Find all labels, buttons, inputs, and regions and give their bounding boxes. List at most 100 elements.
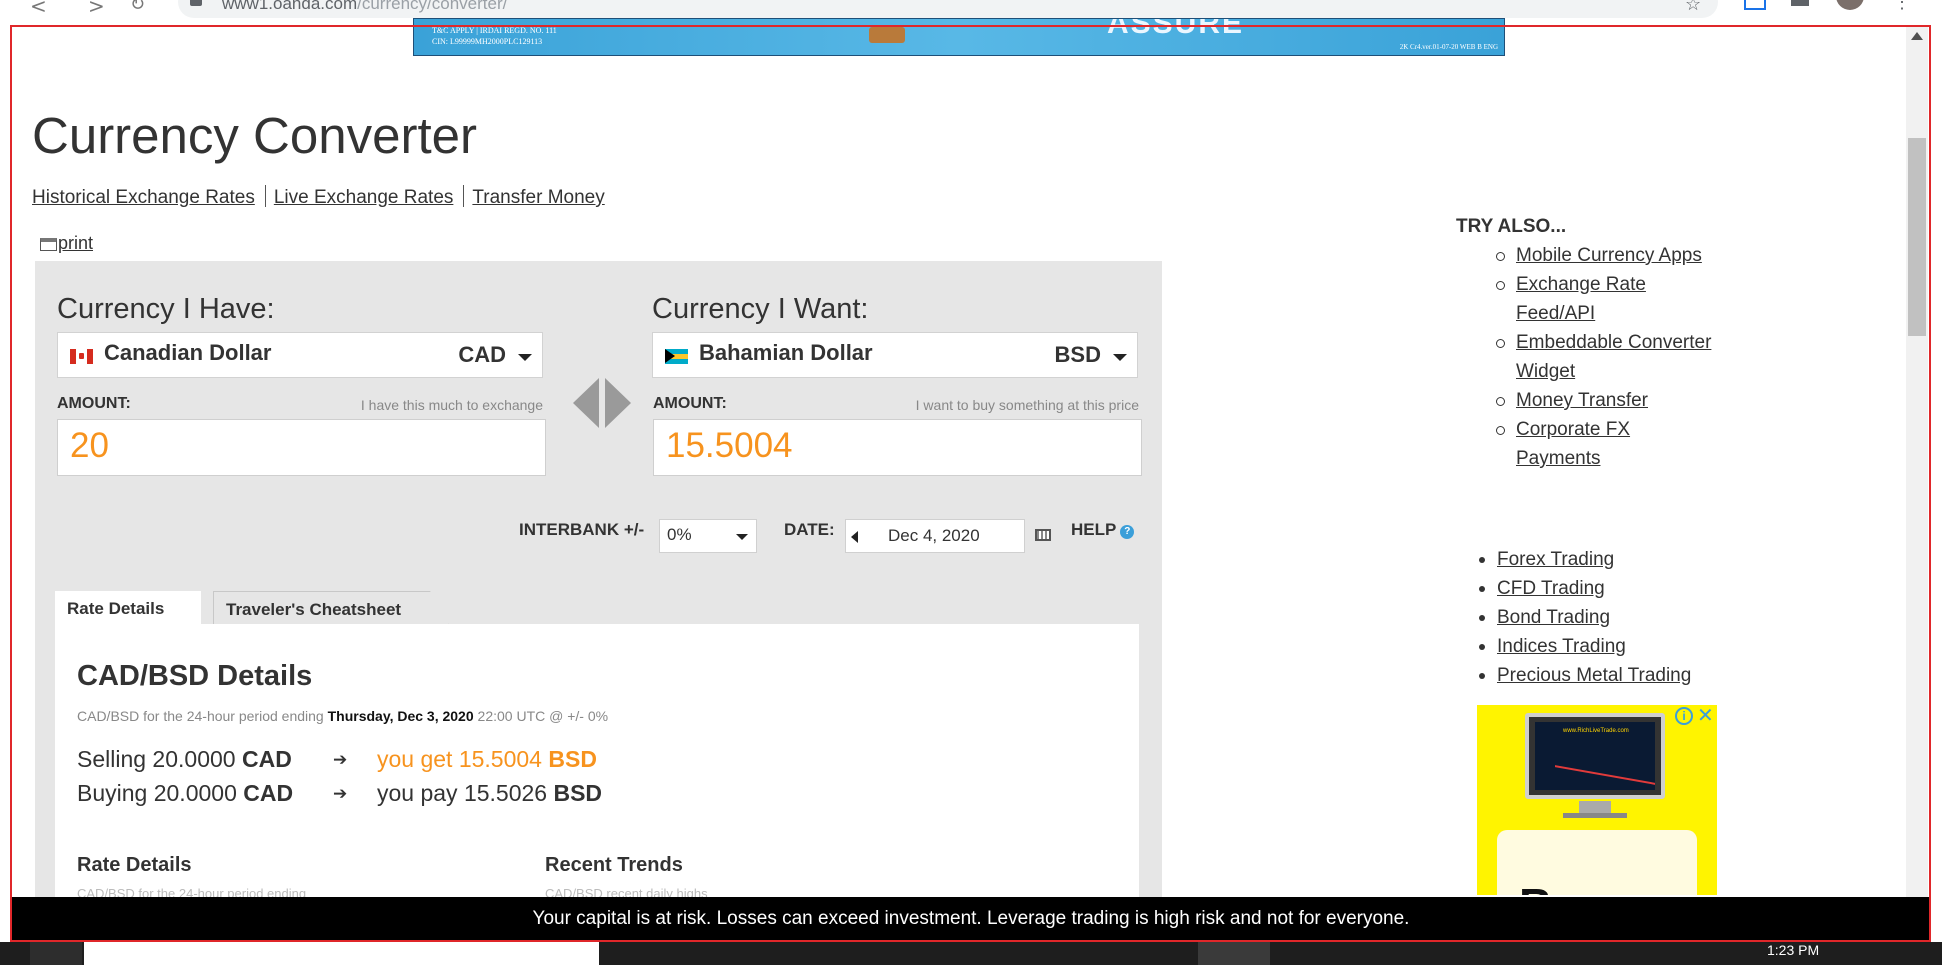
link-rate-feed-api[interactable]: Exchange Rate Feed/API bbox=[1516, 274, 1646, 324]
have-amount-label: AMOUNT: bbox=[57, 395, 131, 412]
want-currency-select[interactable]: Bahamian Dollar BSD bbox=[652, 332, 1138, 378]
list-item: Exchange Rate Feed/API bbox=[1496, 270, 1716, 328]
arrow-right-icon: ➔ bbox=[333, 784, 348, 803]
arrow-right-icon: ➔ bbox=[333, 750, 348, 769]
link-indices-trading[interactable]: Indices Trading bbox=[1497, 636, 1626, 657]
top-links: Historical Exchange Rates Live Exchange R… bbox=[32, 185, 605, 209]
banner-headline: ASSURE bbox=[1107, 18, 1245, 40]
have-label: Currency I Have: bbox=[57, 293, 275, 325]
sidebar-ad[interactable]: i ✕ www.RichLiveTrade.com Buy Sell bbox=[1477, 705, 1717, 895]
back-arrow-icon[interactable]: < bbox=[30, 0, 47, 18]
browser-menu-icon[interactable]: ⋮ bbox=[1893, 0, 1911, 13]
calendar-icon[interactable] bbox=[1035, 529, 1051, 541]
reload-icon[interactable]: ↻ bbox=[130, 0, 145, 15]
chevron-down-icon bbox=[518, 354, 532, 361]
swap-currencies-icon[interactable] bbox=[571, 378, 633, 428]
top-banner-ad[interactable]: T&C APPLY | IRDAI REGD. NO. 111 CIN: L99… bbox=[413, 18, 1505, 56]
try-also-list: Mobile Currency Apps Exchange Rate Feed/… bbox=[1496, 241, 1716, 473]
list-item: Precious Metal Trading bbox=[1478, 661, 1691, 690]
want-amount-label: AMOUNT: bbox=[653, 395, 727, 412]
link-money-transfer[interactable]: Money Transfer bbox=[1516, 390, 1648, 411]
extension-icon[interactable] bbox=[1744, 0, 1766, 10]
monitor-image: www.RichLiveTrade.com bbox=[1525, 713, 1665, 799]
taskbar: 1:23 PM bbox=[0, 942, 1942, 965]
print-label[interactable]: print bbox=[58, 233, 93, 253]
monitor-url: www.RichLiveTrade.com bbox=[1563, 728, 1629, 734]
link-forex-trading[interactable]: Forex Trading bbox=[1497, 549, 1614, 570]
want-amount-hint: I want to buy something at this price bbox=[915, 397, 1139, 413]
tab-rate-details[interactable]: Rate Details bbox=[55, 591, 201, 625]
tab-travelers-cheatsheet[interactable]: Traveler's Cheatsheet bbox=[213, 591, 449, 625]
list-item: Money Transfer bbox=[1496, 386, 1716, 415]
interbank-label: INTERBANK +/- bbox=[519, 520, 645, 539]
buying-line: Buying 20.0000 CAD ➔ you pay 15.5026 BSD bbox=[77, 780, 603, 806]
puzzle-icon[interactable] bbox=[1791, 0, 1809, 6]
monitor-base bbox=[1563, 813, 1627, 818]
lock-icon bbox=[190, 0, 202, 6]
list-item: CFD Trading bbox=[1478, 574, 1691, 603]
list-item: Corporate FX Payments bbox=[1496, 415, 1716, 473]
want-amount-input[interactable]: 15.5004 bbox=[653, 419, 1142, 476]
link-bond-trading[interactable]: Bond Trading bbox=[1497, 607, 1610, 628]
chart-line bbox=[1555, 743, 1655, 785]
taskbar-button[interactable] bbox=[30, 942, 82, 965]
forward-arrow-icon[interactable]: > bbox=[88, 0, 105, 18]
banner-disclaimer: T&C APPLY | IRDAI REGD. NO. 111 CIN: L99… bbox=[432, 26, 557, 46]
list-item: Embeddable Converter Widget bbox=[1496, 328, 1716, 386]
scroll-up-icon[interactable] bbox=[1911, 32, 1923, 40]
have-currency-name: Canadian Dollar bbox=[104, 340, 272, 365]
link-mobile-apps[interactable]: Mobile Currency Apps bbox=[1516, 245, 1702, 266]
bookmark-star-icon[interactable]: ☆ bbox=[1685, 0, 1701, 15]
link-converter-widget[interactable]: Embeddable Converter Widget bbox=[1516, 332, 1711, 382]
taskbar-app-button[interactable] bbox=[1198, 942, 1270, 965]
print-link[interactable]: print bbox=[40, 233, 93, 254]
banner-graphic bbox=[869, 27, 905, 43]
ad-card-text: Buy Sell bbox=[1519, 878, 1697, 895]
list-item: Indices Trading bbox=[1478, 632, 1691, 661]
date-input[interactable]: Dec 4, 2020 bbox=[845, 519, 1025, 553]
want-label: Currency I Want: bbox=[652, 293, 869, 325]
link-separator bbox=[264, 185, 266, 207]
have-currency-code: CAD bbox=[458, 342, 506, 367]
url-text[interactable]: www1.oanda.com/currency/converter/ bbox=[222, 0, 507, 14]
help-link[interactable]: HELP? bbox=[1071, 520, 1135, 540]
risk-warning-bar: Your capital is at risk. Losses can exce… bbox=[12, 897, 1930, 940]
help-icon: ? bbox=[1120, 525, 1135, 539]
link-transfer-money[interactable]: Transfer Money bbox=[472, 187, 604, 208]
banner-code: 2K Cr4.ver.01-07-20 WEB B ENG bbox=[1399, 43, 1498, 51]
details-title: CAD/BSD Details bbox=[77, 660, 313, 692]
have-currency-select[interactable]: Canadian Dollar CAD bbox=[57, 332, 543, 378]
help-label: HELP bbox=[1071, 520, 1117, 539]
link-precious-metal-trading[interactable]: Precious Metal Trading bbox=[1497, 665, 1691, 686]
link-cfd-trading[interactable]: CFD Trading bbox=[1497, 578, 1605, 599]
close-icon[interactable]: ✕ bbox=[1697, 705, 1714, 728]
interbank-select[interactable]: 0% bbox=[659, 519, 757, 553]
have-amount-hint: I have this much to exchange bbox=[360, 397, 543, 413]
ad-info-icon[interactable]: i bbox=[1675, 707, 1693, 725]
taskbar-search-box[interactable] bbox=[84, 942, 599, 965]
ad-card: Buy Sell bbox=[1497, 830, 1697, 895]
selling-line: Selling 20.0000 CAD ➔ you get 15.5004 BS… bbox=[77, 746, 597, 772]
have-amount-input[interactable]: 20 bbox=[57, 419, 546, 476]
link-live-rates[interactable]: Live Exchange Rates bbox=[274, 187, 454, 208]
converter-panel: Currency I Have: Canadian Dollar CAD AMO… bbox=[35, 261, 1162, 901]
interbank-value: 0% bbox=[667, 525, 692, 544]
scrollbar-thumb[interactable] bbox=[1908, 138, 1926, 336]
want-currency-code: BSD bbox=[1054, 342, 1101, 367]
list-item: Forex Trading bbox=[1478, 545, 1691, 574]
link-corporate-fx[interactable]: Corporate FX Payments bbox=[1516, 419, 1630, 469]
list-item: Mobile Currency Apps bbox=[1496, 241, 1716, 270]
page-title: Currency Converter bbox=[32, 107, 477, 164]
profile-avatar[interactable] bbox=[1836, 0, 1864, 10]
canada-flag-icon bbox=[70, 349, 93, 364]
try-also-heading: TRY ALSO... bbox=[1456, 216, 1567, 237]
link-separator bbox=[463, 185, 465, 207]
link-historical-rates[interactable]: Historical Exchange Rates bbox=[32, 187, 255, 208]
trading-list: Forex Trading CFD Trading Bond Trading I… bbox=[1478, 545, 1691, 690]
chevron-down-icon bbox=[736, 534, 748, 540]
bahamas-flag-icon bbox=[665, 349, 688, 364]
previous-date-icon[interactable] bbox=[851, 531, 858, 543]
date-value: Dec 4, 2020 bbox=[888, 526, 980, 545]
rate-details-panel: CAD/BSD Details CAD/BSD for the 24-hour … bbox=[55, 624, 1139, 901]
want-currency-name: Bahamian Dollar bbox=[699, 340, 873, 365]
